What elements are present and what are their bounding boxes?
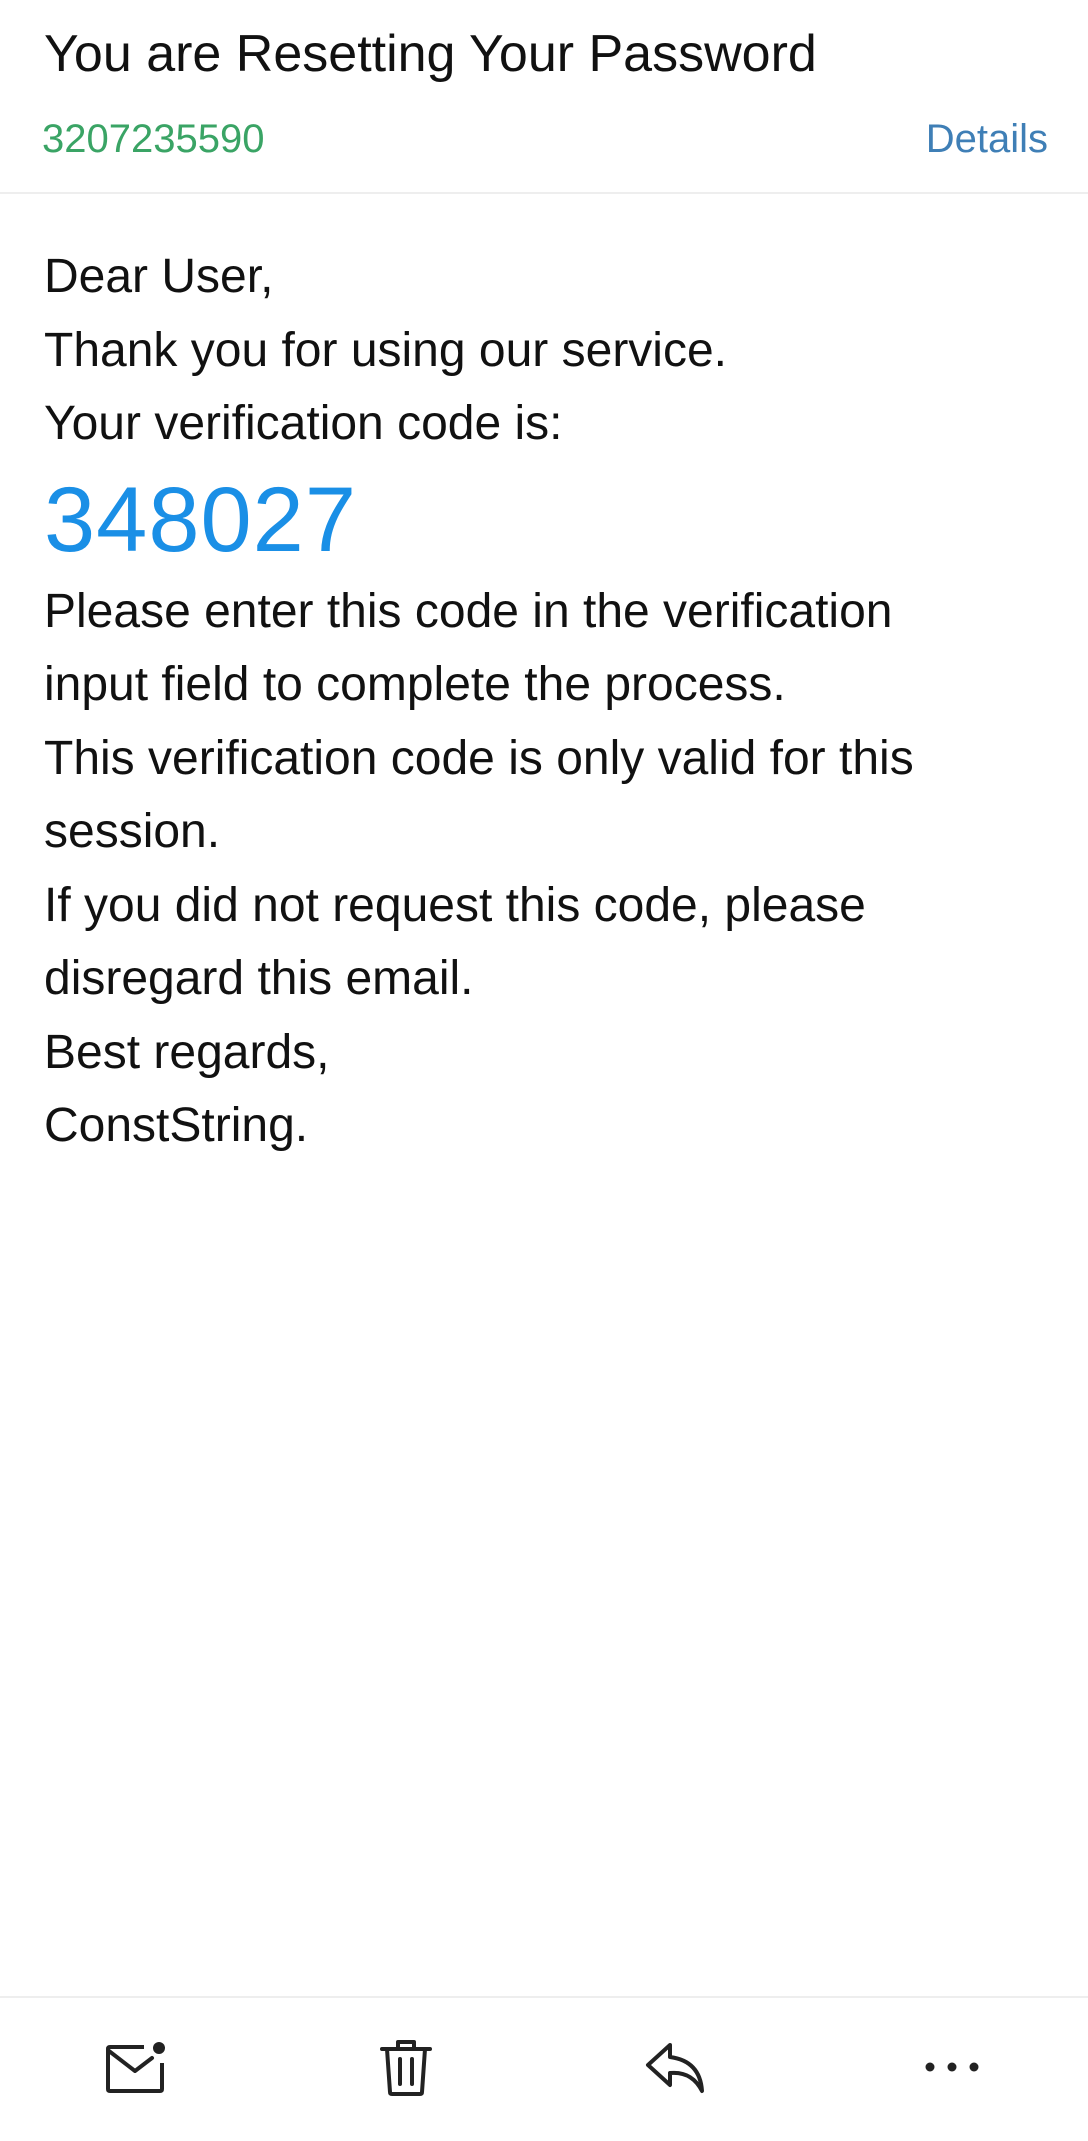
mark-unread-button[interactable] — [96, 2032, 176, 2102]
greeting-text: Dear User, — [44, 250, 274, 303]
disregard-text-line-1: If you did not request this code, please — [44, 878, 866, 932]
more-button[interactable] — [912, 2032, 992, 2102]
validity-text-line-2: session. — [44, 805, 221, 858]
reply-button[interactable] — [636, 2032, 716, 2102]
sender-address[interactable]: 3207235590 — [42, 114, 264, 164]
signature-text: ConstString. — [44, 1099, 309, 1152]
mark-unread-icon — [106, 2042, 165, 2093]
email-subject: You are Resetting Your Password — [44, 25, 817, 83]
more-icon — [925, 2062, 979, 2072]
closing-text: Best regards, — [44, 1025, 330, 1079]
thanks-text: Thank you for using our service. — [44, 323, 727, 377]
email-header: You are Resetting Your Password 32072355… — [0, 0, 1088, 194]
disregard-text-line-2: disregard this email. — [44, 952, 474, 1005]
verification-code[interactable]: 348027 — [44, 465, 1044, 575]
bottom-toolbar — [0, 1996, 1088, 2141]
reply-icon — [646, 2043, 704, 2093]
instruction-text-line-1: Please enter this code in the verificati… — [44, 584, 893, 638]
code-intro-text: Your verification code is: — [44, 397, 563, 450]
delete-button[interactable] — [366, 2032, 446, 2102]
email-view: You are Resetting Your Password 32072355… — [0, 0, 1088, 2141]
email-body: Dear User, Thank you for using our servi… — [44, 240, 1044, 1163]
validity-text-line-1: This verification code is only valid for… — [44, 731, 914, 785]
instruction-text-line-2: input field to complete the process. — [44, 658, 786, 711]
delete-icon — [380, 2040, 432, 2096]
details-link[interactable]: Details — [926, 114, 1048, 164]
